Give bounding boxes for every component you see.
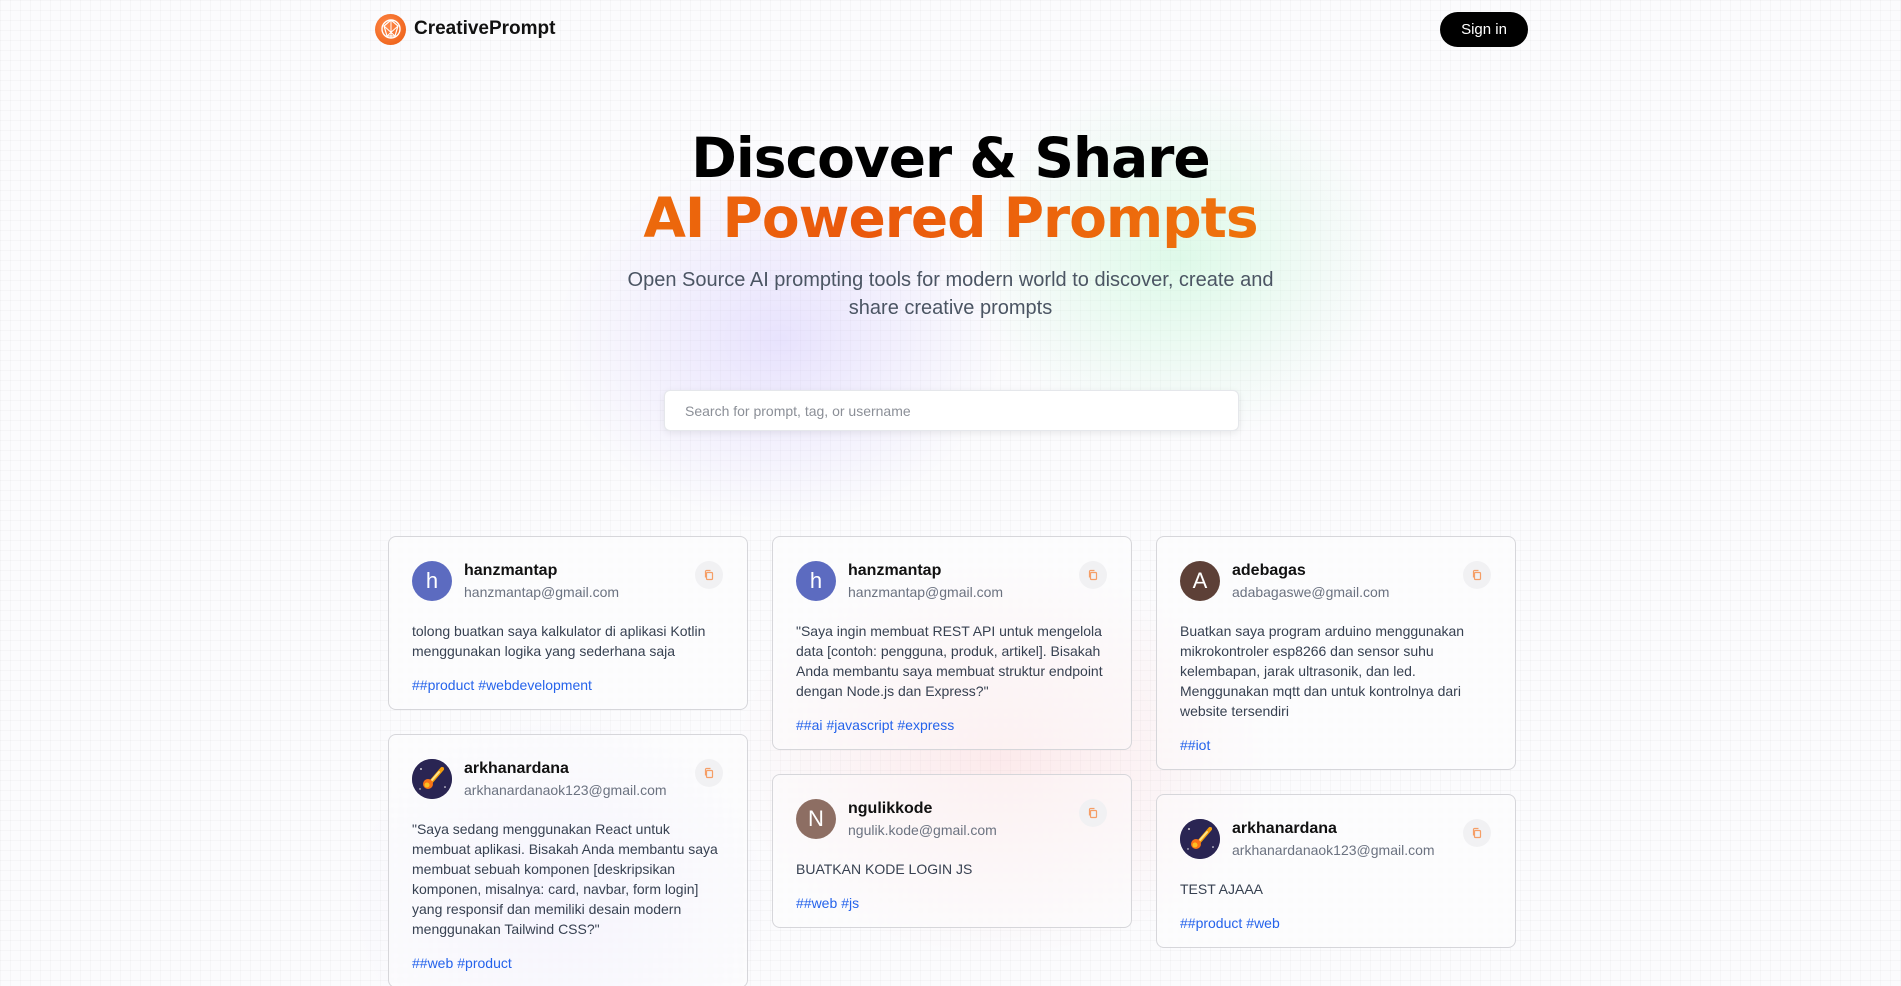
copy-icon xyxy=(1087,807,1099,819)
copy-icon xyxy=(703,569,715,581)
copy-icon xyxy=(703,767,715,779)
prompt-card[interactable]: h hanzmantap hanzmantap@gmail.com "Saya ing… xyxy=(772,536,1132,750)
tag[interactable]: #web xyxy=(1246,915,1279,931)
avatar[interactable]: h xyxy=(412,561,452,601)
avatar-letter: h xyxy=(425,568,439,593)
tag[interactable]: #webdevelopment xyxy=(478,677,592,693)
prompt-card[interactable]: arkhanardana arkhanardanaok123@gmail.com T… xyxy=(1156,794,1516,948)
copy-button[interactable] xyxy=(1463,819,1491,847)
user-email: hanzmantap@gmail.com xyxy=(848,584,1004,600)
username[interactable]: adebagas xyxy=(1232,561,1389,581)
hero-subtitle: Open Source AI prompting tools for moder… xyxy=(627,269,1274,319)
card-header: arkhanardana arkhanardanaok123@gmail.com xyxy=(412,759,723,799)
avatar[interactable] xyxy=(1180,819,1220,859)
logo-icon xyxy=(375,13,406,45)
tag-list: ##product #webdevelopment xyxy=(412,677,723,693)
prompt-card[interactable]: h hanzmantap hanzmantap@gmail.com tolong bu… xyxy=(388,536,748,710)
copy-button[interactable] xyxy=(1079,561,1107,589)
prompt-text: TEST AJAAA xyxy=(1180,881,1263,897)
avatar[interactable]: A xyxy=(1180,561,1220,601)
prompt-column-3: Aadebagas adabagaswe@gmail.com Buatkan say… xyxy=(1156,536,1516,972)
tag-list: ##ai #javascript #express xyxy=(796,717,1107,733)
tag-list: ##web #product xyxy=(412,955,723,971)
tag[interactable]: ##product xyxy=(412,677,474,693)
user-info: arkhanardana arkhanardanaok123@gmail.com xyxy=(464,759,667,798)
top-nav: CreativePrompt Sign in xyxy=(375,11,1528,47)
comet-icon xyxy=(412,759,452,799)
hero-title-line1: Discover & Share xyxy=(691,126,1210,190)
tag-list: ##web #js xyxy=(796,895,1107,911)
tag[interactable]: ##iot xyxy=(1180,737,1210,753)
tag[interactable]: ##ai xyxy=(796,717,822,733)
search-input[interactable] xyxy=(664,390,1239,431)
tag-list: ##iot xyxy=(1180,737,1491,753)
user-email: arkhanardanaok123@gmail.com xyxy=(1232,842,1435,858)
prompt-text: "Saya ingin membuat REST API untuk menge… xyxy=(796,623,1103,699)
tag[interactable]: #product xyxy=(457,955,511,971)
avatar[interactable] xyxy=(412,759,452,799)
user-info: adebagas adabagaswe@gmail.com xyxy=(1232,561,1389,600)
avatar-letter: h xyxy=(809,568,823,593)
avatar[interactable]: N xyxy=(796,799,836,839)
card-header: h hanzmantap hanzmantap@gmail.com xyxy=(412,561,723,601)
copy-button[interactable] xyxy=(695,561,723,589)
username[interactable]: hanzmantap xyxy=(464,561,619,581)
tag[interactable]: #express xyxy=(897,717,954,733)
copy-icon xyxy=(1471,827,1483,839)
copy-button[interactable] xyxy=(1463,561,1491,589)
prompt-card[interactable]: arkhanardana arkhanardanaok123@gmail.com "… xyxy=(388,734,748,986)
user-email: adabagaswe@gmail.com xyxy=(1232,584,1390,600)
username[interactable]: ngulikkode xyxy=(848,799,997,819)
tag[interactable]: #js xyxy=(841,895,859,911)
card-header: h hanzmantap hanzmantap@gmail.com xyxy=(796,561,1107,601)
username[interactable]: arkhanardana xyxy=(464,759,667,779)
user-info: ngulikkode ngulik.kode@gmail.com xyxy=(848,799,997,838)
avatar-letter: N xyxy=(808,806,824,831)
username[interactable]: hanzmantap xyxy=(848,561,1003,581)
prompt-card[interactable]: Aadebagas adabagaswe@gmail.com Buatkan say… xyxy=(1156,536,1516,770)
sign-in-button[interactable]: Sign in xyxy=(1440,11,1528,47)
prompt-column-1: h hanzmantap hanzmantap@gmail.com tolong bu… xyxy=(388,536,748,986)
card-header: Nngulikkode ngulik.kode@gmail.com xyxy=(796,799,1107,839)
comet-icon xyxy=(1180,819,1220,859)
avatar-letter: A xyxy=(1192,568,1208,593)
user-info: hanzmantap hanzmantap@gmail.com xyxy=(848,561,1003,600)
brand-name: CreativePrompt xyxy=(414,18,556,39)
user-info: arkhanardana arkhanardanaok123@gmail.com xyxy=(1232,819,1435,858)
user-email: hanzmantap@gmail.com xyxy=(464,584,620,600)
tag[interactable]: #javascript xyxy=(826,717,893,733)
tag-list: ##product #web xyxy=(1180,915,1491,931)
tag[interactable]: ##product xyxy=(1180,915,1242,931)
prompt-text: BUATKAN KODE LOGIN JS xyxy=(796,861,973,877)
prompt-card[interactable]: Nngulikkode ngulik.kode@gmail.com BUATKAN … xyxy=(772,774,1132,928)
username[interactable]: arkhanardana xyxy=(1232,819,1435,839)
prompt-column-2: h hanzmantap hanzmantap@gmail.com "Saya ing… xyxy=(772,536,1132,952)
user-info: hanzmantap hanzmantap@gmail.com xyxy=(464,561,619,600)
prompt-text: "Saya sedang menggunakan React untuk mem… xyxy=(412,821,718,937)
hero: Discover & Share AI Powered Prompts Open… xyxy=(0,128,1901,322)
copy-icon xyxy=(1471,569,1483,581)
prompt-text: tolong buatkan saya kalkulator di aplika… xyxy=(412,623,706,659)
tag[interactable]: ##web xyxy=(412,955,453,971)
user-email: arkhanardanaok123@gmail.com xyxy=(464,782,667,798)
avatar[interactable]: h xyxy=(796,561,836,601)
user-email: ngulik.kode@gmail.com xyxy=(848,822,997,838)
card-header: Aadebagas adabagaswe@gmail.com xyxy=(1180,561,1491,601)
copy-button[interactable] xyxy=(695,759,723,787)
tag[interactable]: ##web xyxy=(796,895,837,911)
copy-button[interactable] xyxy=(1079,799,1107,827)
hero-title-line2: AI Powered Prompts xyxy=(0,188,1901,248)
card-header: arkhanardana arkhanardanaok123@gmail.com xyxy=(1180,819,1491,859)
copy-icon xyxy=(1087,569,1099,581)
brand[interactable]: CreativePrompt xyxy=(375,13,556,45)
prompt-text: Buatkan saya program arduino menggunakan… xyxy=(1180,623,1465,719)
